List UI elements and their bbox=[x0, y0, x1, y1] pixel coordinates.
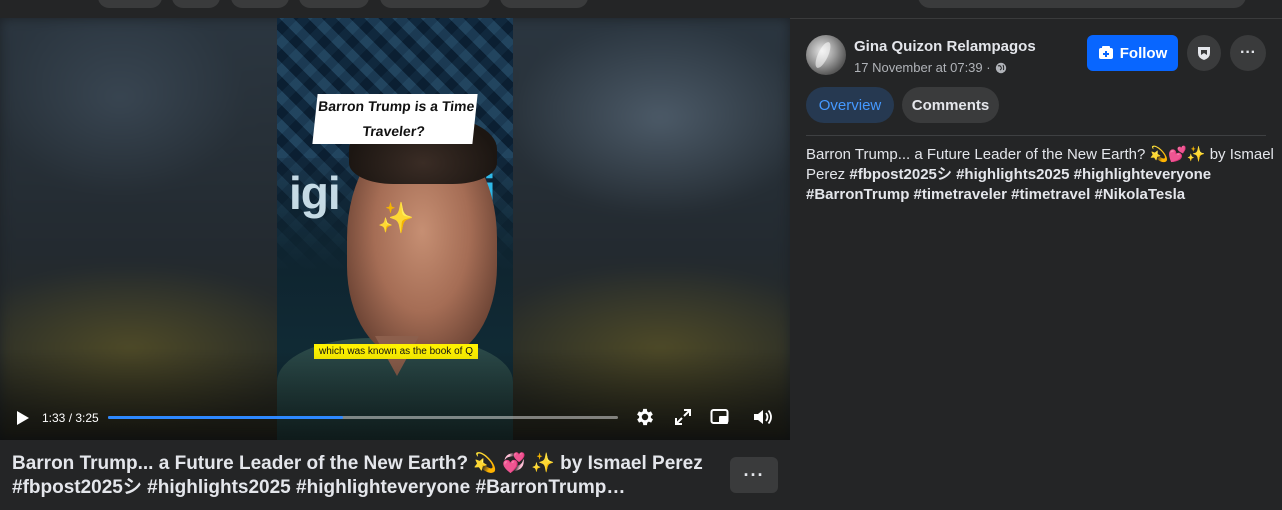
settings-button[interactable] bbox=[634, 406, 656, 428]
video-player[interactable]: igi i Barron Trump is a Time Traveler? ✨… bbox=[0, 18, 790, 440]
play-icon bbox=[17, 411, 29, 425]
fullscreen-button[interactable] bbox=[674, 408, 692, 426]
sparkle-icon: ✨ bbox=[377, 202, 415, 235]
pip-icon bbox=[710, 409, 729, 424]
gear-icon bbox=[637, 408, 653, 426]
top-search-field[interactable] bbox=[918, 0, 1246, 8]
post-title: Barron Trump... a Future Leader of the N… bbox=[12, 453, 703, 498]
tab-overview[interactable]: Overview bbox=[806, 87, 894, 123]
divider bbox=[806, 135, 1266, 136]
nav-chip[interactable] bbox=[299, 0, 369, 8]
hashtag-link[interactable]: #timetravel bbox=[1011, 186, 1090, 203]
hashtag-link[interactable]: #BarronTrump bbox=[806, 186, 909, 203]
clip-caption-line1: Barron Trump is a Time bbox=[317, 98, 476, 114]
hashtag-link[interactable]: #fbpost2025シ bbox=[849, 166, 952, 183]
nav-chip[interactable] bbox=[500, 0, 588, 8]
picture-in-picture-button[interactable] bbox=[710, 407, 730, 427]
expand-icon bbox=[675, 409, 691, 425]
avatar[interactable] bbox=[806, 35, 846, 75]
post-description: Barron Trump... a Future Leader of the N… bbox=[806, 145, 1276, 205]
post-meta: 17 November at 07:39 · bbox=[854, 60, 1007, 75]
nav-chip[interactable] bbox=[231, 0, 289, 8]
hashtag-link[interactable]: #NikolaTesla bbox=[1095, 186, 1186, 203]
nav-chip[interactable] bbox=[98, 0, 162, 8]
progress-fill bbox=[108, 416, 343, 419]
clip-caption-line2: Traveler? bbox=[361, 123, 426, 139]
follow-label: Follow bbox=[1119, 44, 1168, 62]
add-page-icon bbox=[1098, 46, 1113, 59]
top-navigation-bar bbox=[0, 0, 1282, 19]
title-more-button[interactable]: ··· bbox=[730, 457, 778, 493]
hashtag-list: #fbpost2025シ #highlights2025 #highlighte… bbox=[806, 166, 1211, 203]
post-timestamp[interactable]: 17 November at 07:39 · bbox=[854, 60, 991, 75]
clip-caption: Barron Trump is a Time Traveler? bbox=[312, 94, 478, 144]
background-sign-text: igi bbox=[289, 167, 341, 219]
play-button[interactable] bbox=[12, 408, 32, 428]
save-button[interactable] bbox=[1187, 35, 1221, 71]
tab-comments[interactable]: Comments bbox=[902, 87, 999, 123]
progress-bar[interactable] bbox=[108, 416, 618, 419]
controls-shade bbox=[0, 348, 790, 440]
nav-chip[interactable] bbox=[380, 0, 490, 8]
author-name[interactable]: Gina Quizon Relampagos bbox=[854, 38, 1036, 55]
playback-time: 1:33 / 3:25 bbox=[42, 411, 99, 425]
globe-icon bbox=[995, 62, 1006, 73]
follow-button[interactable]: Follow bbox=[1087, 35, 1178, 71]
bookmark-shield-icon bbox=[1198, 47, 1210, 60]
volume-button[interactable] bbox=[752, 407, 774, 427]
more-options-button[interactable]: ··· bbox=[1230, 35, 1266, 71]
hashtag-link[interactable]: #highlights2025 bbox=[956, 166, 1069, 183]
hashtag-link[interactable]: #timetraveler bbox=[914, 186, 1007, 203]
speaker-icon bbox=[754, 409, 772, 425]
hashtag-link[interactable]: #highlighteveryone bbox=[1074, 166, 1212, 183]
nav-chip[interactable] bbox=[172, 0, 220, 8]
